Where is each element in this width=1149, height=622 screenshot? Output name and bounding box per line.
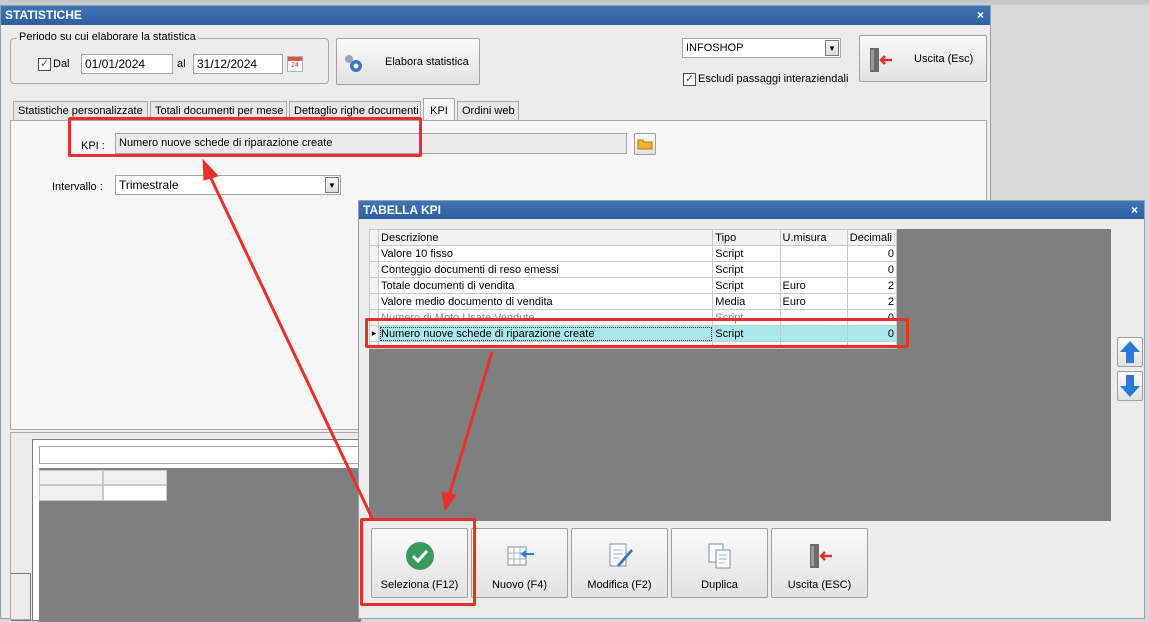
arrow-to-kpi-field <box>206 171 374 519</box>
annotation-arrows <box>202 158 494 519</box>
arrow-head <box>202 158 219 181</box>
arrow-to-seleziona <box>447 351 494 497</box>
arrow-head <box>441 491 457 512</box>
